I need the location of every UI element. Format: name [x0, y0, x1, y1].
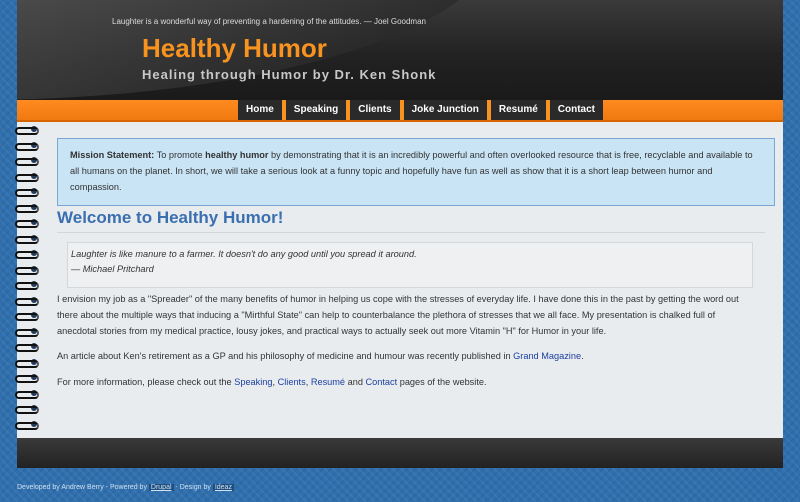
page-body: Mission Statement: To promote healthy hu… — [15, 122, 783, 438]
footer-design: - Design by — [173, 484, 213, 491]
spiral-ring-icon — [15, 358, 39, 368]
nav-resume[interactable]: Resumé — [490, 100, 546, 120]
spiral-ring-icon — [15, 156, 39, 166]
more-info-paragraph: For more information, please check out t… — [57, 374, 757, 390]
resume-link[interactable]: Resumé — [311, 377, 345, 387]
spiral-ring-icon — [15, 327, 39, 337]
page-title: Welcome to Healthy Humor! — [57, 208, 765, 233]
more-info-end: pages of the website. — [397, 377, 487, 387]
main-nav: Home Speaking Clients Joke Junction Resu… — [17, 100, 783, 122]
intro-paragraph: I envision my job as a "Spreader" of the… — [57, 294, 739, 336]
spiral-binding-icon — [15, 125, 45, 435]
footer-bar — [17, 438, 783, 468]
nav-speaking[interactable]: Speaking — [285, 100, 347, 120]
featured-quote: Laughter is like manure to a farmer. It … — [67, 242, 753, 288]
nav-clients[interactable]: Clients — [350, 100, 400, 120]
article-text: An article about Ken's retirement as a G… — [57, 351, 514, 361]
drupal-link[interactable]: Drupal — [148, 484, 174, 491]
spiral-ring-icon — [15, 203, 39, 213]
quote-text: Laughter is like manure to a farmer. It … — [71, 249, 417, 259]
quote-author: — Michael Pritchard — [71, 264, 154, 274]
spiral-ring-icon — [15, 218, 39, 228]
spiral-ring-icon — [15, 249, 39, 259]
spiral-ring-icon — [15, 342, 39, 352]
nav-joke-junction[interactable]: Joke Junction — [403, 100, 487, 120]
spiral-ring-icon — [15, 311, 39, 321]
spiral-ring-icon — [15, 296, 39, 306]
grand-magazine-link[interactable]: Grand Magazine — [513, 351, 581, 361]
clients-link[interactable]: Clients — [278, 377, 306, 387]
footer-developed: Developed by Andrew Berry - Powered by — [17, 484, 149, 491]
mission-statement: Mission Statement: To promote healthy hu… — [57, 138, 775, 206]
mission-strong: healthy humor — [205, 150, 269, 160]
spiral-ring-icon — [15, 389, 39, 399]
speaking-link[interactable]: Speaking — [234, 377, 272, 387]
nav-contact[interactable]: Contact — [549, 100, 603, 120]
site-header: Laughter is a wonderful way of preventin… — [17, 0, 783, 100]
footer-credits: Developed by Andrew Berry - Powered by D… — [17, 484, 234, 491]
spiral-ring-icon — [15, 172, 39, 182]
site-title[interactable]: Healthy Humor — [142, 33, 327, 64]
spiral-ring-icon — [15, 187, 39, 197]
spiral-ring-icon — [15, 141, 39, 151]
designer-link[interactable]: Ideaz — [212, 484, 234, 491]
mission-label: Mission Statement: — [70, 150, 155, 160]
spiral-ring-icon — [15, 265, 39, 275]
spiral-ring-icon — [15, 125, 39, 135]
article-paragraph: An article about Ken's retirement as a G… — [57, 348, 757, 364]
spiral-ring-icon — [15, 280, 39, 290]
spiral-ring-icon — [15, 234, 39, 244]
contact-link[interactable]: Contact — [365, 377, 397, 387]
nav-home[interactable]: Home — [238, 100, 282, 120]
mission-text: To promote — [154, 150, 206, 160]
more-info-text: For more information, please check out t… — [57, 377, 235, 387]
and-text: and — [345, 377, 366, 387]
spiral-ring-icon — [15, 373, 39, 383]
header-quote: Laughter is a wonderful way of preventin… — [112, 17, 426, 26]
article-end: . — [581, 351, 584, 361]
spiral-ring-icon — [15, 404, 39, 414]
site-slogan: Healing through Humor by Dr. Ken Shonk — [142, 67, 437, 82]
spiral-ring-icon — [15, 420, 39, 430]
